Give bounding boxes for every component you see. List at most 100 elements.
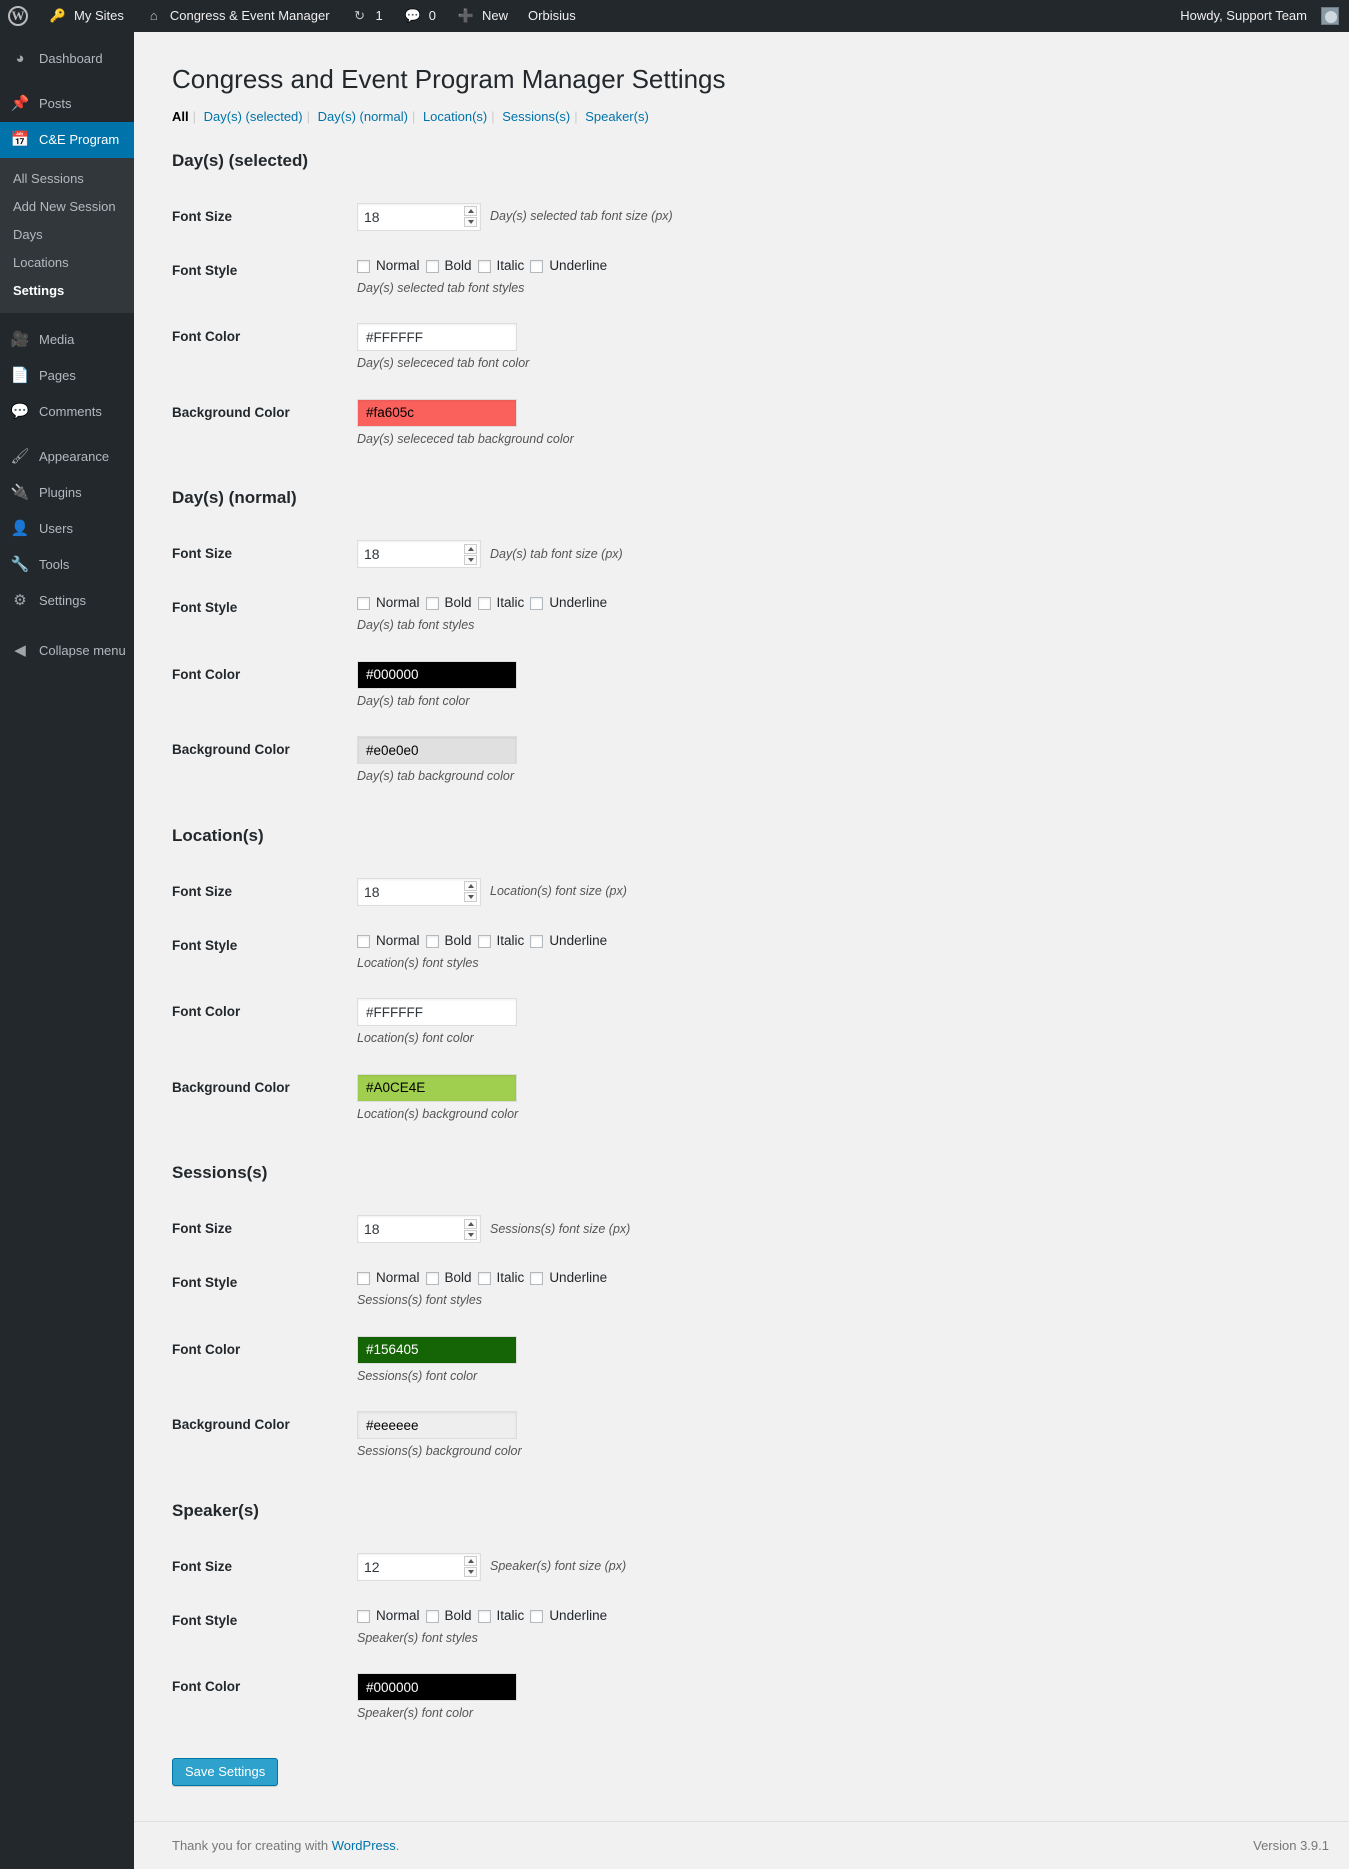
font-style-option-normal[interactable]: Normal [357,932,420,951]
checkbox-underline[interactable] [530,259,544,273]
background-color-input[interactable] [357,1411,517,1440]
wordpress-link[interactable]: WordPress [332,1838,396,1853]
background-color-input[interactable] [357,736,517,765]
font-style-option-italic[interactable]: Italic [477,932,524,951]
checkbox-italic[interactable] [477,259,491,273]
checkbox-normal[interactable] [357,1272,370,1286]
number-spinner[interactable] [464,204,480,230]
font-style-option-italic[interactable]: Italic [477,594,524,613]
font-style-option-italic[interactable]: Italic [477,257,524,276]
font-style-option-bold[interactable]: Bold [425,594,472,613]
filter-link-sessions[interactable]: Sessions(s) [502,109,570,124]
font-size-input[interactable] [358,203,464,230]
spinner-down-icon[interactable] [464,1229,477,1240]
number-spinner[interactable] [464,879,480,905]
my-sites-menu[interactable]: 🔑 My Sites [38,0,134,32]
font-style-option-bold[interactable]: Bold [425,1269,472,1288]
font-style-option-underline[interactable]: Underline [530,1269,607,1288]
font-size-stepper[interactable] [357,202,481,231]
font-style-option-normal[interactable]: Normal [357,257,420,276]
checkbox-bold[interactable] [425,259,439,273]
font-size-input[interactable] [358,878,464,905]
font-style-option-underline[interactable]: Underline [530,594,607,613]
submenu-item-locations[interactable]: Locations [0,249,134,277]
background-color-input[interactable] [357,398,517,427]
filter-link-locations[interactable]: Location(s) [423,109,487,124]
checkbox-normal[interactable] [357,1609,370,1623]
font-color-input[interactable] [357,660,517,689]
sidebar-item-appearance[interactable]: 🖌 Appearance [0,439,134,475]
font-size-stepper[interactable] [357,1215,481,1244]
filter-link-days-selected[interactable]: Day(s) (selected) [204,109,303,124]
submenu-item-settings[interactable]: Settings [0,277,134,305]
background-color-input[interactable] [357,1073,517,1102]
save-settings-button[interactable]: Save Settings [172,1757,279,1786]
checkbox-underline[interactable] [530,597,544,611]
spinner-down-icon[interactable] [464,217,477,228]
wordpress-logo-button[interactable]: W [0,0,38,32]
number-spinner[interactable] [464,1554,480,1580]
submenu-item-all-sessions[interactable]: All Sessions [0,165,134,193]
spinner-up-icon[interactable] [464,1556,477,1567]
sidebar-item-posts[interactable]: 📌 Posts [0,86,134,122]
checkbox-italic[interactable] [477,597,491,611]
font-size-input[interactable] [358,1216,464,1243]
font-style-option-normal[interactable]: Normal [357,1607,420,1626]
my-account-menu[interactable]: Howdy, Support Team [1172,0,1349,32]
checkbox-bold[interactable] [425,1609,439,1623]
checkbox-italic[interactable] [477,1609,491,1623]
spinner-down-icon[interactable] [464,554,477,565]
spinner-up-icon[interactable] [464,881,477,892]
checkbox-italic[interactable] [477,1272,491,1286]
spinner-down-icon[interactable] [464,892,477,903]
checkbox-bold[interactable] [425,934,439,948]
sidebar-item-settings[interactable]: ⚙ Settings [0,583,134,619]
font-size-stepper[interactable] [357,540,481,569]
font-style-option-underline[interactable]: Underline [530,257,607,276]
checkbox-underline[interactable] [530,1272,544,1286]
font-style-option-normal[interactable]: Normal [357,1269,420,1288]
font-style-option-underline[interactable]: Underline [530,932,607,951]
font-color-input[interactable] [357,323,517,352]
new-content-button[interactable]: ➕ New [446,0,518,32]
sidebar-item-users[interactable]: 👤 Users [0,511,134,547]
sidebar-item-ce-program[interactable]: 📅 C&E Program [0,122,142,158]
font-style-option-bold[interactable]: Bold [425,932,472,951]
spinner-up-icon[interactable] [464,543,477,554]
orbisius-menu[interactable]: Orbisius [518,0,586,32]
checkbox-normal[interactable] [357,259,370,273]
font-style-option-italic[interactable]: Italic [477,1607,524,1626]
collapse-menu-button[interactable]: ◀ Collapse menu [0,633,134,669]
checkbox-bold[interactable] [425,597,439,611]
number-spinner[interactable] [464,541,480,567]
font-style-option-italic[interactable]: Italic [477,1269,524,1288]
sidebar-item-comments[interactable]: 💬 Comments [0,394,134,430]
spinner-up-icon[interactable] [464,1218,477,1229]
font-color-input[interactable] [357,998,517,1027]
sidebar-item-pages[interactable]: 📄 Pages [0,358,134,394]
font-style-option-underline[interactable]: Underline [530,1607,607,1626]
font-size-input[interactable] [358,541,464,568]
filter-link-days-normal[interactable]: Day(s) (normal) [318,109,408,124]
spinner-up-icon[interactable] [464,206,477,217]
font-style-option-normal[interactable]: Normal [357,594,420,613]
updates-button[interactable]: ↻ 1 [340,0,393,32]
font-color-input[interactable] [357,1335,517,1364]
font-size-stepper[interactable] [357,877,481,906]
checkbox-bold[interactable] [425,1272,439,1286]
spinner-down-icon[interactable] [464,1567,477,1578]
checkbox-underline[interactable] [530,1609,544,1623]
font-size-input[interactable] [358,1553,464,1580]
checkbox-italic[interactable] [477,934,491,948]
filter-link-all[interactable]: All [172,109,189,124]
font-color-input[interactable] [357,1673,517,1702]
checkbox-underline[interactable] [530,934,544,948]
font-size-stepper[interactable] [357,1552,481,1581]
filter-link-speakers[interactable]: Speaker(s) [585,109,649,124]
checkbox-normal[interactable] [357,597,370,611]
sidebar-item-media[interactable]: 🎥 Media [0,322,134,358]
sidebar-item-dashboard[interactable]: ◕ Dashboard [0,41,134,77]
font-style-option-bold[interactable]: Bold [425,1607,472,1626]
sidebar-item-tools[interactable]: 🔧 Tools [0,547,134,583]
comments-button[interactable]: 💬 0 [393,0,446,32]
